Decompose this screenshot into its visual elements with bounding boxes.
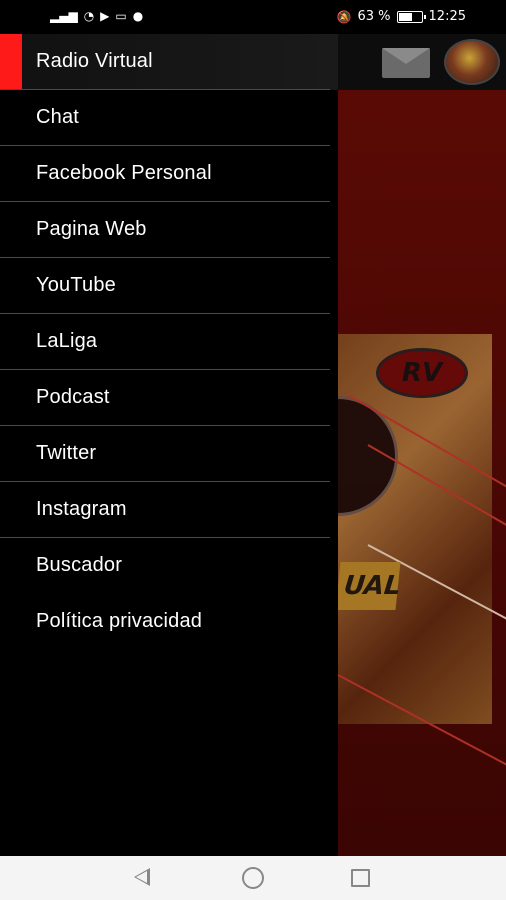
menu-item-laliga[interactable]: LaLiga [0, 314, 338, 370]
avatar[interactable] [444, 39, 500, 85]
back-icon[interactable] [134, 868, 150, 886]
menu-item-label: Radio Virtual [36, 50, 153, 72]
decor-stripe [338, 674, 506, 780]
menu-item-label: Instagram [36, 498, 127, 520]
content-panel: RV UAL [338, 90, 506, 856]
navigation-drawer: Radio Virtual Chat Facebook Personal Pag… [0, 34, 338, 856]
cast-icon: ▭ [115, 9, 127, 23]
menu-item-facebook-personal[interactable]: Facebook Personal [0, 146, 338, 202]
active-indicator [0, 34, 22, 90]
app-toolbar [338, 34, 506, 90]
menu-item-chat[interactable]: Chat [0, 90, 338, 146]
menu-item-label: YouTube [36, 274, 116, 296]
mail-icon[interactable] [382, 48, 430, 78]
menu-item-label: Twitter [36, 442, 97, 464]
banner-text: UAL [338, 562, 402, 610]
menu-item-label: Pagina Web [36, 218, 147, 240]
menu-item-label: Podcast [36, 386, 110, 408]
recents-icon[interactable] [351, 869, 370, 887]
status-right: 🔕 63 % 12:25 [337, 9, 466, 24]
wifi-icon: ◔ [83, 9, 95, 23]
menu-item-buscador[interactable]: Buscador [0, 538, 338, 594]
mute-icon: 🔕 [336, 9, 352, 24]
status-bar: ▂▄▆ ◔ ▶ ▭ ● 🔕 63 % 12:25 [0, 0, 506, 34]
menu-item-podcast[interactable]: Podcast [0, 370, 338, 426]
menu-item-label: LaLiga [36, 330, 98, 352]
background-app: RV UAL [338, 34, 506, 856]
menu-item-youtube[interactable]: YouTube [0, 258, 338, 314]
menu-item-label: Facebook Personal [36, 162, 212, 184]
menu-item-label: Chat [36, 106, 80, 128]
menu-item-instagram[interactable]: Instagram [0, 482, 338, 538]
battery-percent: 63 % [357, 9, 391, 24]
menu-item-twitter[interactable]: Twitter [0, 426, 338, 482]
system-nav-bar [0, 856, 506, 900]
rv-logo: RV [376, 348, 468, 398]
menu-item-label: Buscador [36, 554, 123, 576]
menu-item-label: Política privacidad [36, 610, 203, 632]
home-icon[interactable] [242, 867, 264, 889]
battery-icon [396, 10, 426, 23]
menu-item-pagina-web[interactable]: Pagina Web [0, 202, 338, 258]
facebook-icon: ● [132, 9, 144, 23]
menu-item-politica-privacidad[interactable]: Política privacidad [0, 594, 338, 650]
clock: 12:25 [428, 9, 466, 24]
station-artwork: RV UAL [338, 334, 506, 780]
menu-item-radio-virtual[interactable]: Radio Virtual [0, 34, 338, 90]
status-left-icons: ▂▄▆ ◔ ▶ ▭ ● [50, 9, 143, 23]
signal-icon: ▂▄▆ [50, 9, 78, 23]
play-icon: ▶ [100, 9, 110, 23]
